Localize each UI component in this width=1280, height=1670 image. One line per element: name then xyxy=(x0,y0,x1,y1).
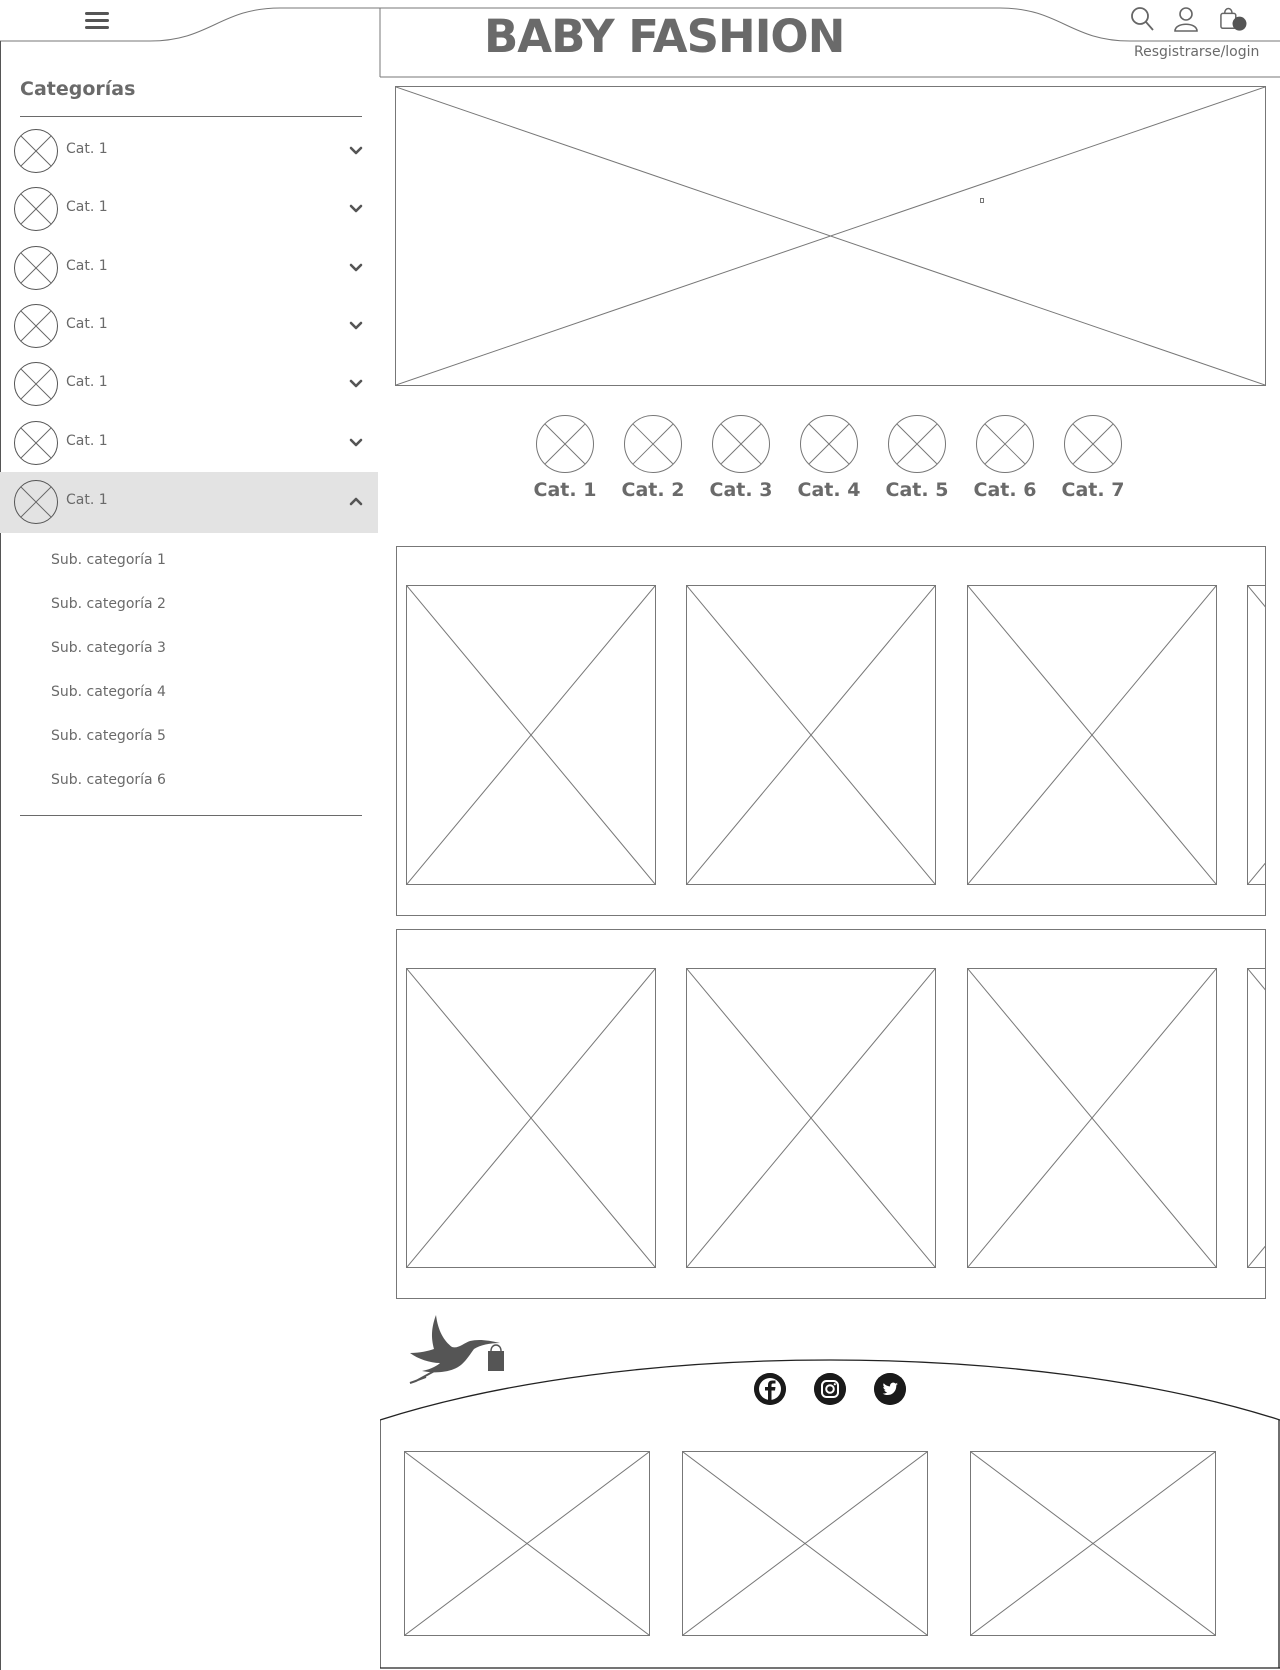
chevron-down-icon[interactable] xyxy=(348,376,364,390)
chevron-down-icon[interactable] xyxy=(348,435,364,449)
category-label: Cat. 1 xyxy=(66,491,108,508)
category-shortcut[interactable]: Cat. 5 xyxy=(885,415,949,501)
search-icon[interactable] xyxy=(1130,6,1154,32)
footer-image[interactable] xyxy=(404,1451,650,1636)
subcategory-item[interactable]: Sub. categoría 6 xyxy=(51,772,166,788)
category-image xyxy=(712,415,770,473)
category-shortcut[interactable]: Cat. 7 xyxy=(1061,415,1125,501)
menu-icon[interactable] xyxy=(84,10,110,32)
category-label: Cat. 7 xyxy=(1061,479,1125,501)
category-image xyxy=(1064,415,1122,473)
category-shortcut[interactable]: Cat. 1 xyxy=(533,415,597,501)
product-carousel xyxy=(396,929,1266,1299)
product-card-image[interactable] xyxy=(406,585,656,885)
cursor-marker xyxy=(980,198,984,203)
category-image xyxy=(14,245,58,290)
subcategory-item[interactable]: Sub. categoría 3 xyxy=(51,640,166,656)
category-label: Cat. 5 xyxy=(885,479,949,501)
category-label: Cat. 1 xyxy=(66,315,108,332)
cart-icon[interactable] xyxy=(1218,6,1248,32)
category-shortcut[interactable]: Cat. 4 xyxy=(797,415,861,501)
category-shortcut[interactable]: Cat. 3 xyxy=(709,415,773,501)
category-image xyxy=(800,415,858,473)
category-image xyxy=(976,415,1034,473)
subcategory-item[interactable]: Sub. categoría 2 xyxy=(51,596,166,612)
product-carousel xyxy=(396,546,1266,916)
category-image xyxy=(14,420,58,465)
brand-logo[interactable]: BABY FASHION xyxy=(484,10,845,63)
product-card-image[interactable] xyxy=(686,968,936,1268)
product-card-image[interactable] xyxy=(1247,968,1265,1268)
category-label: Cat. 1 xyxy=(66,432,108,449)
category-image xyxy=(14,129,58,173)
user-icon[interactable] xyxy=(1174,6,1198,32)
category-image xyxy=(14,362,58,407)
subcategory-item[interactable]: Sub. categoría 5 xyxy=(51,728,166,744)
twitter-icon[interactable] xyxy=(874,1373,906,1405)
instagram-icon[interactable] xyxy=(814,1373,846,1405)
chevron-down-icon[interactable] xyxy=(348,318,364,332)
chevron-up-icon[interactable] xyxy=(348,494,364,508)
category-label: Cat. 6 xyxy=(973,479,1037,501)
category-label: Cat. 1 xyxy=(66,257,108,274)
category-label: Cat. 1 xyxy=(66,141,108,157)
sidebar-category-item[interactable]: Cat. 1 xyxy=(0,354,378,412)
category-image xyxy=(536,415,594,473)
subcategory-item[interactable]: Sub. categoría 4 xyxy=(51,684,166,700)
chevron-down-icon[interactable] xyxy=(348,143,364,157)
category-image xyxy=(624,415,682,473)
sidebar-category-item[interactable]: Cat. 1 xyxy=(0,238,378,296)
footer-image[interactable] xyxy=(970,1451,1216,1636)
category-image xyxy=(888,415,946,473)
category-label: Cat. 1 xyxy=(533,479,597,501)
stork-logo-icon[interactable] xyxy=(408,1313,508,1389)
category-image xyxy=(14,187,58,232)
category-label: Cat. 1 xyxy=(66,374,108,391)
footer-image[interactable] xyxy=(682,1451,928,1636)
sidebar-title: Categorías xyxy=(20,78,136,100)
category-label: Cat. 3 xyxy=(709,479,773,501)
sidebar-category-item[interactable]: Cat. 1 xyxy=(0,179,378,237)
product-card-image[interactable] xyxy=(967,585,1217,885)
category-shortcut[interactable]: Cat. 6 xyxy=(973,415,1037,501)
category-image xyxy=(14,479,58,524)
product-card-image[interactable] xyxy=(1247,585,1265,885)
sidebar-category-item[interactable]: Cat. 1 xyxy=(0,413,378,471)
category-label: Cat. 1 xyxy=(66,199,108,216)
login-link[interactable]: Resgistrarse/login xyxy=(1134,44,1259,60)
category-label: Cat. 2 xyxy=(621,479,685,501)
hero-banner-image[interactable] xyxy=(395,86,1266,386)
sidebar-category-item[interactable]: Cat. 1 xyxy=(0,296,378,354)
category-shortcut[interactable]: Cat. 2 xyxy=(621,415,685,501)
product-card-image[interactable] xyxy=(686,585,936,885)
sidebar-category-item[interactable]: Cat. 1 xyxy=(0,471,378,533)
product-card-image[interactable] xyxy=(967,968,1217,1268)
chevron-down-icon[interactable] xyxy=(348,201,364,215)
sidebar-category-item[interactable]: Cat. 1 xyxy=(0,121,378,179)
sidebar-divider xyxy=(20,116,362,117)
facebook-icon[interactable] xyxy=(754,1373,786,1405)
product-card-image[interactable] xyxy=(406,968,656,1268)
sidebar-divider xyxy=(20,815,362,816)
subcategory-item[interactable]: Sub. categoría 1 xyxy=(51,552,166,568)
category-image xyxy=(14,303,58,348)
chevron-down-icon[interactable] xyxy=(348,260,364,274)
category-label: Cat. 4 xyxy=(797,479,861,501)
